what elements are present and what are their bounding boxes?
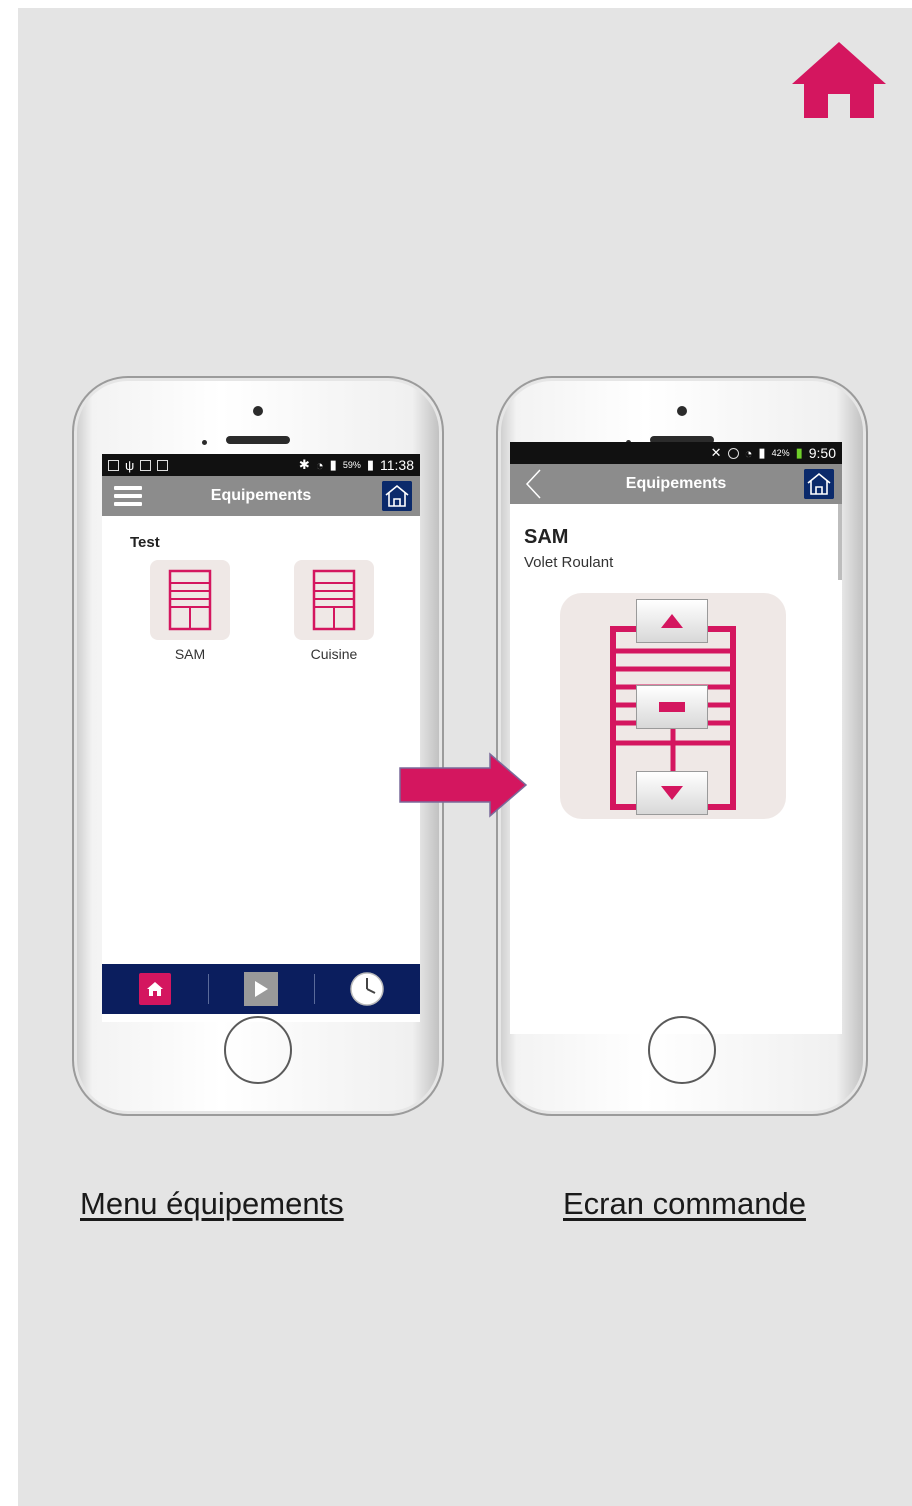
scrollbar[interactable] (838, 504, 842, 580)
nav-schedule[interactable] (314, 964, 420, 1014)
battery-icon: ▮ (795, 445, 803, 460)
transition-arrow-icon (399, 752, 528, 818)
status-time: 11:38 (380, 457, 414, 473)
signal-icon: ▮ (758, 445, 766, 460)
tile-icon-box (150, 560, 230, 640)
camera-dot (677, 406, 687, 416)
usb-icon: ψ (125, 457, 135, 473)
tile-sam[interactable]: SAM (150, 560, 230, 662)
image-icon (140, 459, 152, 471)
shutter-control-panel (560, 593, 786, 819)
up-arrow-icon (661, 614, 683, 628)
home-icon (139, 973, 171, 1005)
hamburger-menu-icon[interactable] (114, 486, 142, 506)
battery-percent: 42% (771, 448, 790, 458)
app-header: Equipements (510, 464, 842, 504)
caption-equipment-menu: Menu équipements (80, 1186, 344, 1221)
header-title: Equipements (625, 475, 727, 492)
signal-icon: ▮ (329, 457, 337, 472)
wifi-icon: ◔ (315, 457, 324, 473)
phone-control-screen: ✕ ◔ ▮ 42% ▮ 9:50 Equipements SAM Volet R… (496, 376, 868, 1116)
sensor-dot (202, 440, 207, 445)
bluetooth-icon: ✱ (298, 457, 310, 472)
app-icon (157, 459, 169, 471)
down-button[interactable] (636, 771, 708, 815)
play-icon (244, 972, 278, 1006)
roller-shutter-icon (168, 569, 212, 631)
status-time: 9:50 (808, 445, 836, 461)
home-icon[interactable] (790, 40, 888, 120)
app-header: Equipements (102, 476, 420, 516)
screen-equipment-menu: ψ ✱ ◔ ▮ 59% ▮ 11:38 Equipements Test SAM… (102, 454, 420, 1022)
device-type: Volet Roulant (524, 554, 614, 571)
tile-label: Cuisine (310, 646, 358, 662)
nav-home[interactable] (102, 964, 208, 1014)
battery-icon: ▮ (366, 457, 374, 472)
phone-home-button (648, 1016, 716, 1084)
speaker-slot (226, 436, 290, 444)
bottom-navigation (102, 964, 420, 1014)
notification-icon (108, 459, 119, 471)
back-chevron-icon[interactable] (524, 468, 542, 500)
wifi-icon: ◔ (744, 445, 753, 461)
header-title: Equipements (210, 487, 312, 504)
group-title: Test (130, 534, 160, 551)
device-name: SAM (524, 526, 569, 548)
phone-equipment-menu: ψ ✱ ◔ ▮ 59% ▮ 11:38 Equipements Test SAM… (72, 376, 444, 1116)
roller-shutter-icon (312, 569, 356, 631)
phone-home-button (224, 1016, 292, 1084)
caption-control-screen: Ecran commande (563, 1186, 806, 1221)
up-button[interactable] (636, 599, 708, 643)
tile-label: SAM (174, 646, 206, 662)
tile-icon-box (294, 560, 374, 640)
header-home-icon[interactable] (804, 469, 834, 499)
camera-dot (253, 406, 263, 416)
status-bar: ψ ✱ ◔ ▮ 59% ▮ 11:38 (102, 454, 420, 476)
down-arrow-icon (661, 786, 683, 800)
screen-control: ✕ ◔ ▮ 42% ▮ 9:50 Equipements SAM Volet R… (510, 442, 842, 1034)
mute-icon: ✕ (710, 445, 722, 460)
stop-icon (659, 702, 685, 712)
status-bar: ✕ ◔ ▮ 42% ▮ 9:50 (510, 442, 842, 464)
alarm-icon (727, 447, 739, 459)
battery-percent: 59% (342, 460, 361, 470)
tile-cuisine[interactable]: Cuisine (294, 560, 374, 662)
clock-icon (350, 972, 384, 1006)
stop-button[interactable] (636, 685, 708, 729)
nav-scenarios[interactable] (208, 964, 314, 1014)
header-home-icon[interactable] (382, 481, 412, 511)
